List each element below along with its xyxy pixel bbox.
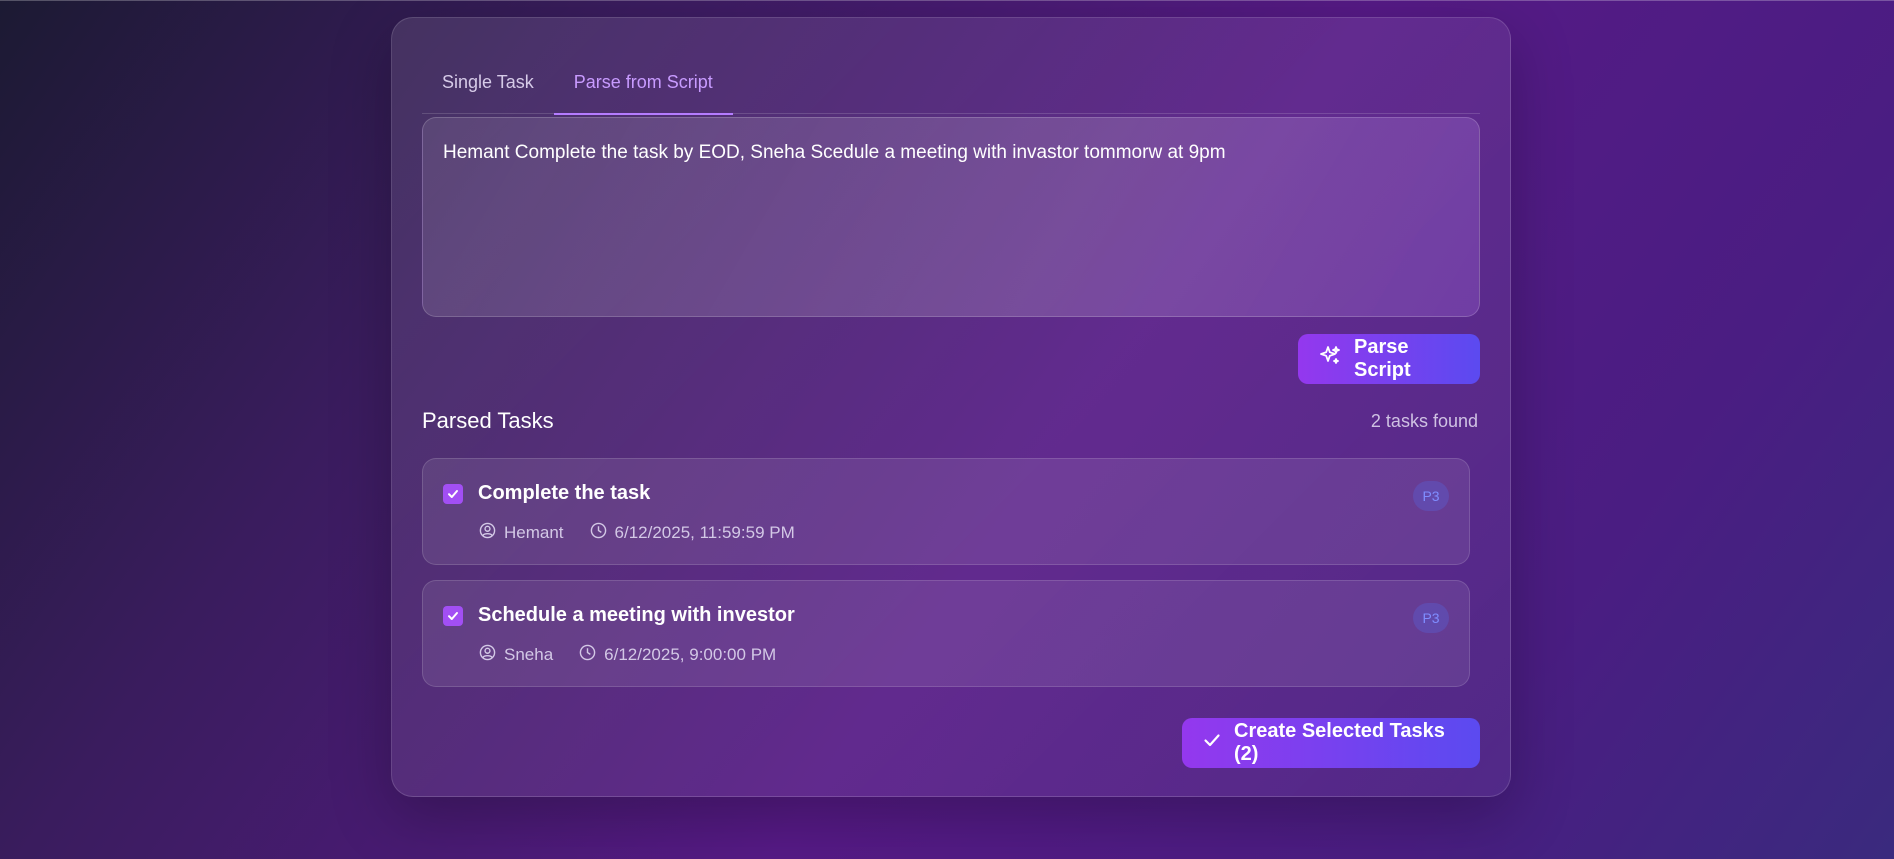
parsed-task-row: Complete the task Hemant 6/12/2025, 11:5…	[422, 458, 1470, 565]
priority-badge: P3	[1413, 481, 1449, 511]
create-selected-tasks-button[interactable]: Create Selected Tasks (2)	[1182, 718, 1480, 768]
task-meta: Hemant 6/12/2025, 11:59:59 PM	[479, 522, 795, 544]
task-assignee: Hemant	[504, 523, 564, 542]
task-title: Complete the task	[478, 482, 651, 504]
create-selected-tasks-label: Create Selected Tasks (2)	[1234, 720, 1445, 765]
clock-icon	[579, 644, 596, 666]
task-due-date: 6/12/2025, 11:59:59 PM	[614, 523, 795, 542]
sparkles-icon	[1318, 344, 1342, 374]
user-circle-icon	[479, 522, 496, 544]
task-checkbox[interactable]	[443, 484, 463, 504]
parsed-tasks-title: Parsed Tasks	[422, 408, 554, 433]
task-assignee: Sneha	[504, 645, 554, 664]
parse-panel: Single Task Parse from Script Hemant Com…	[391, 17, 1511, 797]
tab-parse-from-script[interactable]: Parse from Script	[553, 52, 733, 115]
user-circle-icon	[479, 644, 496, 666]
task-checkbox[interactable]	[443, 606, 463, 626]
clock-icon	[590, 522, 607, 544]
script-textarea[interactable]: Hemant Complete the task by EOD, Sneha S…	[422, 117, 1480, 317]
task-meta: Sneha 6/12/2025, 9:00:00 PM	[479, 644, 776, 666]
task-due-date: 6/12/2025, 9:00:00 PM	[604, 645, 777, 664]
parsed-task-row: Schedule a meeting with investor Sneha 6…	[422, 580, 1470, 687]
priority-badge: P3	[1413, 603, 1449, 633]
parse-script-button[interactable]: Parse Script	[1298, 334, 1480, 384]
parse-script-label: Parse Script	[1354, 336, 1411, 381]
check-icon	[1202, 730, 1222, 756]
tab-single-task[interactable]: Single Task	[422, 52, 554, 114]
window-top-border	[0, 0, 1894, 1]
task-title: Schedule a meeting with investor	[478, 604, 795, 626]
tab-bar: Single Task Parse from Script	[422, 52, 1480, 115]
tasks-found-count: 2 tasks found	[1370, 411, 1478, 431]
